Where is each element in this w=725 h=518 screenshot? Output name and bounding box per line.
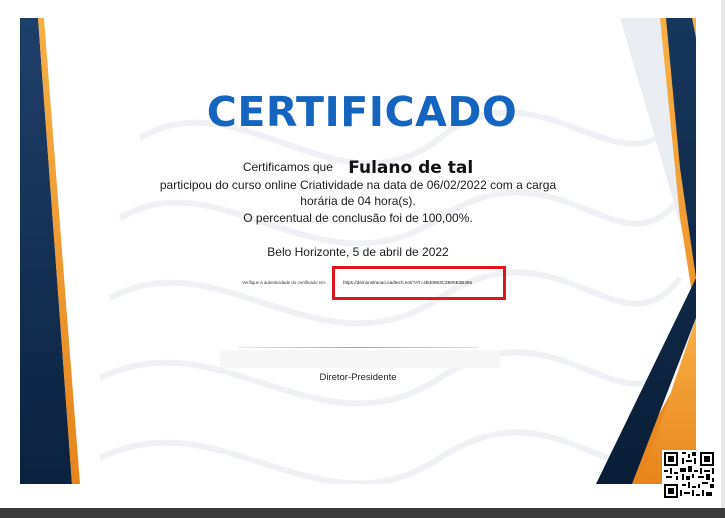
verify-label: Verifique a autenticidade do certificado… xyxy=(242,280,326,285)
recipient-line: Certificamos que Fulano de tal xyxy=(20,158,696,178)
highlight-box xyxy=(332,266,506,300)
signature-line xyxy=(238,347,478,348)
course-line: participou do curso online Criatividade … xyxy=(159,178,557,192)
qr-code-icon xyxy=(662,450,716,500)
certificate-page: CERTIFICADO Certificamos que Fulano de t… xyxy=(20,18,696,484)
signature-area xyxy=(220,350,500,368)
completion-line: O percentual de conclusão foi de 100,00%… xyxy=(243,211,473,225)
certificate-title: CERTIFICADO xyxy=(206,88,518,136)
viewer-bottom-bar xyxy=(0,508,725,518)
viewer-page-edge xyxy=(721,0,725,508)
lead-text: Certificamos que xyxy=(242,160,333,174)
place-date: Belo Horizonte, 5 de abril de 2022 xyxy=(267,245,449,259)
hours-line: horária de 04 hora(s). xyxy=(300,194,416,208)
signer-role: Diretor-Presidente xyxy=(319,372,397,383)
recipient-name: Fulano de tal xyxy=(348,158,474,178)
